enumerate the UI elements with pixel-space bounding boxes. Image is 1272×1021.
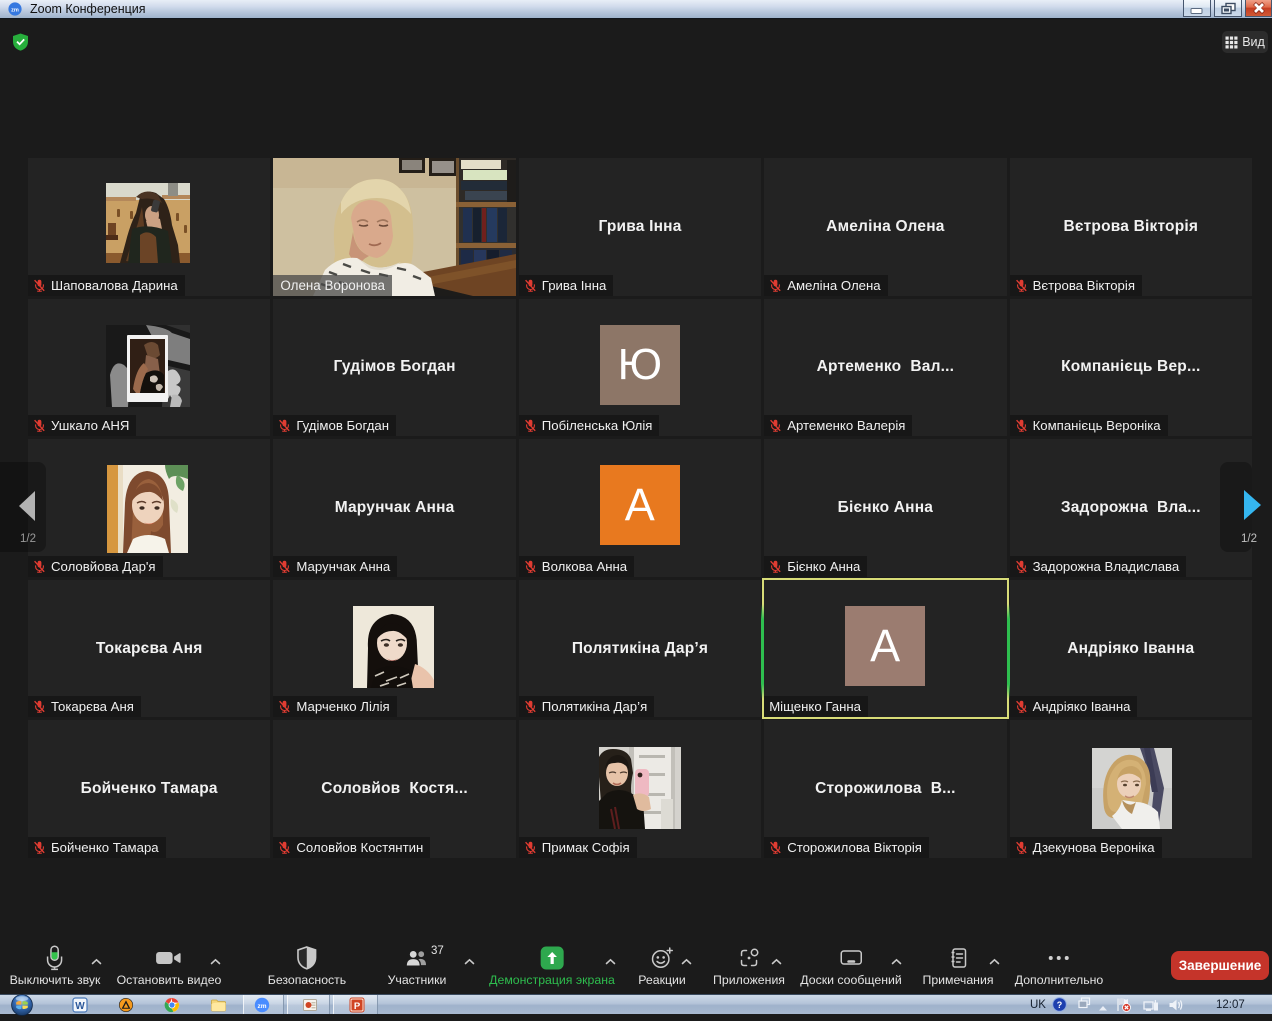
- svg-text:?: ?: [1057, 1000, 1063, 1010]
- svg-text:W: W: [75, 1001, 85, 1012]
- svg-text:zm: zm: [11, 8, 19, 14]
- svg-text:zm: zm: [257, 1003, 266, 1010]
- svg-text:P: P: [354, 1001, 361, 1012]
